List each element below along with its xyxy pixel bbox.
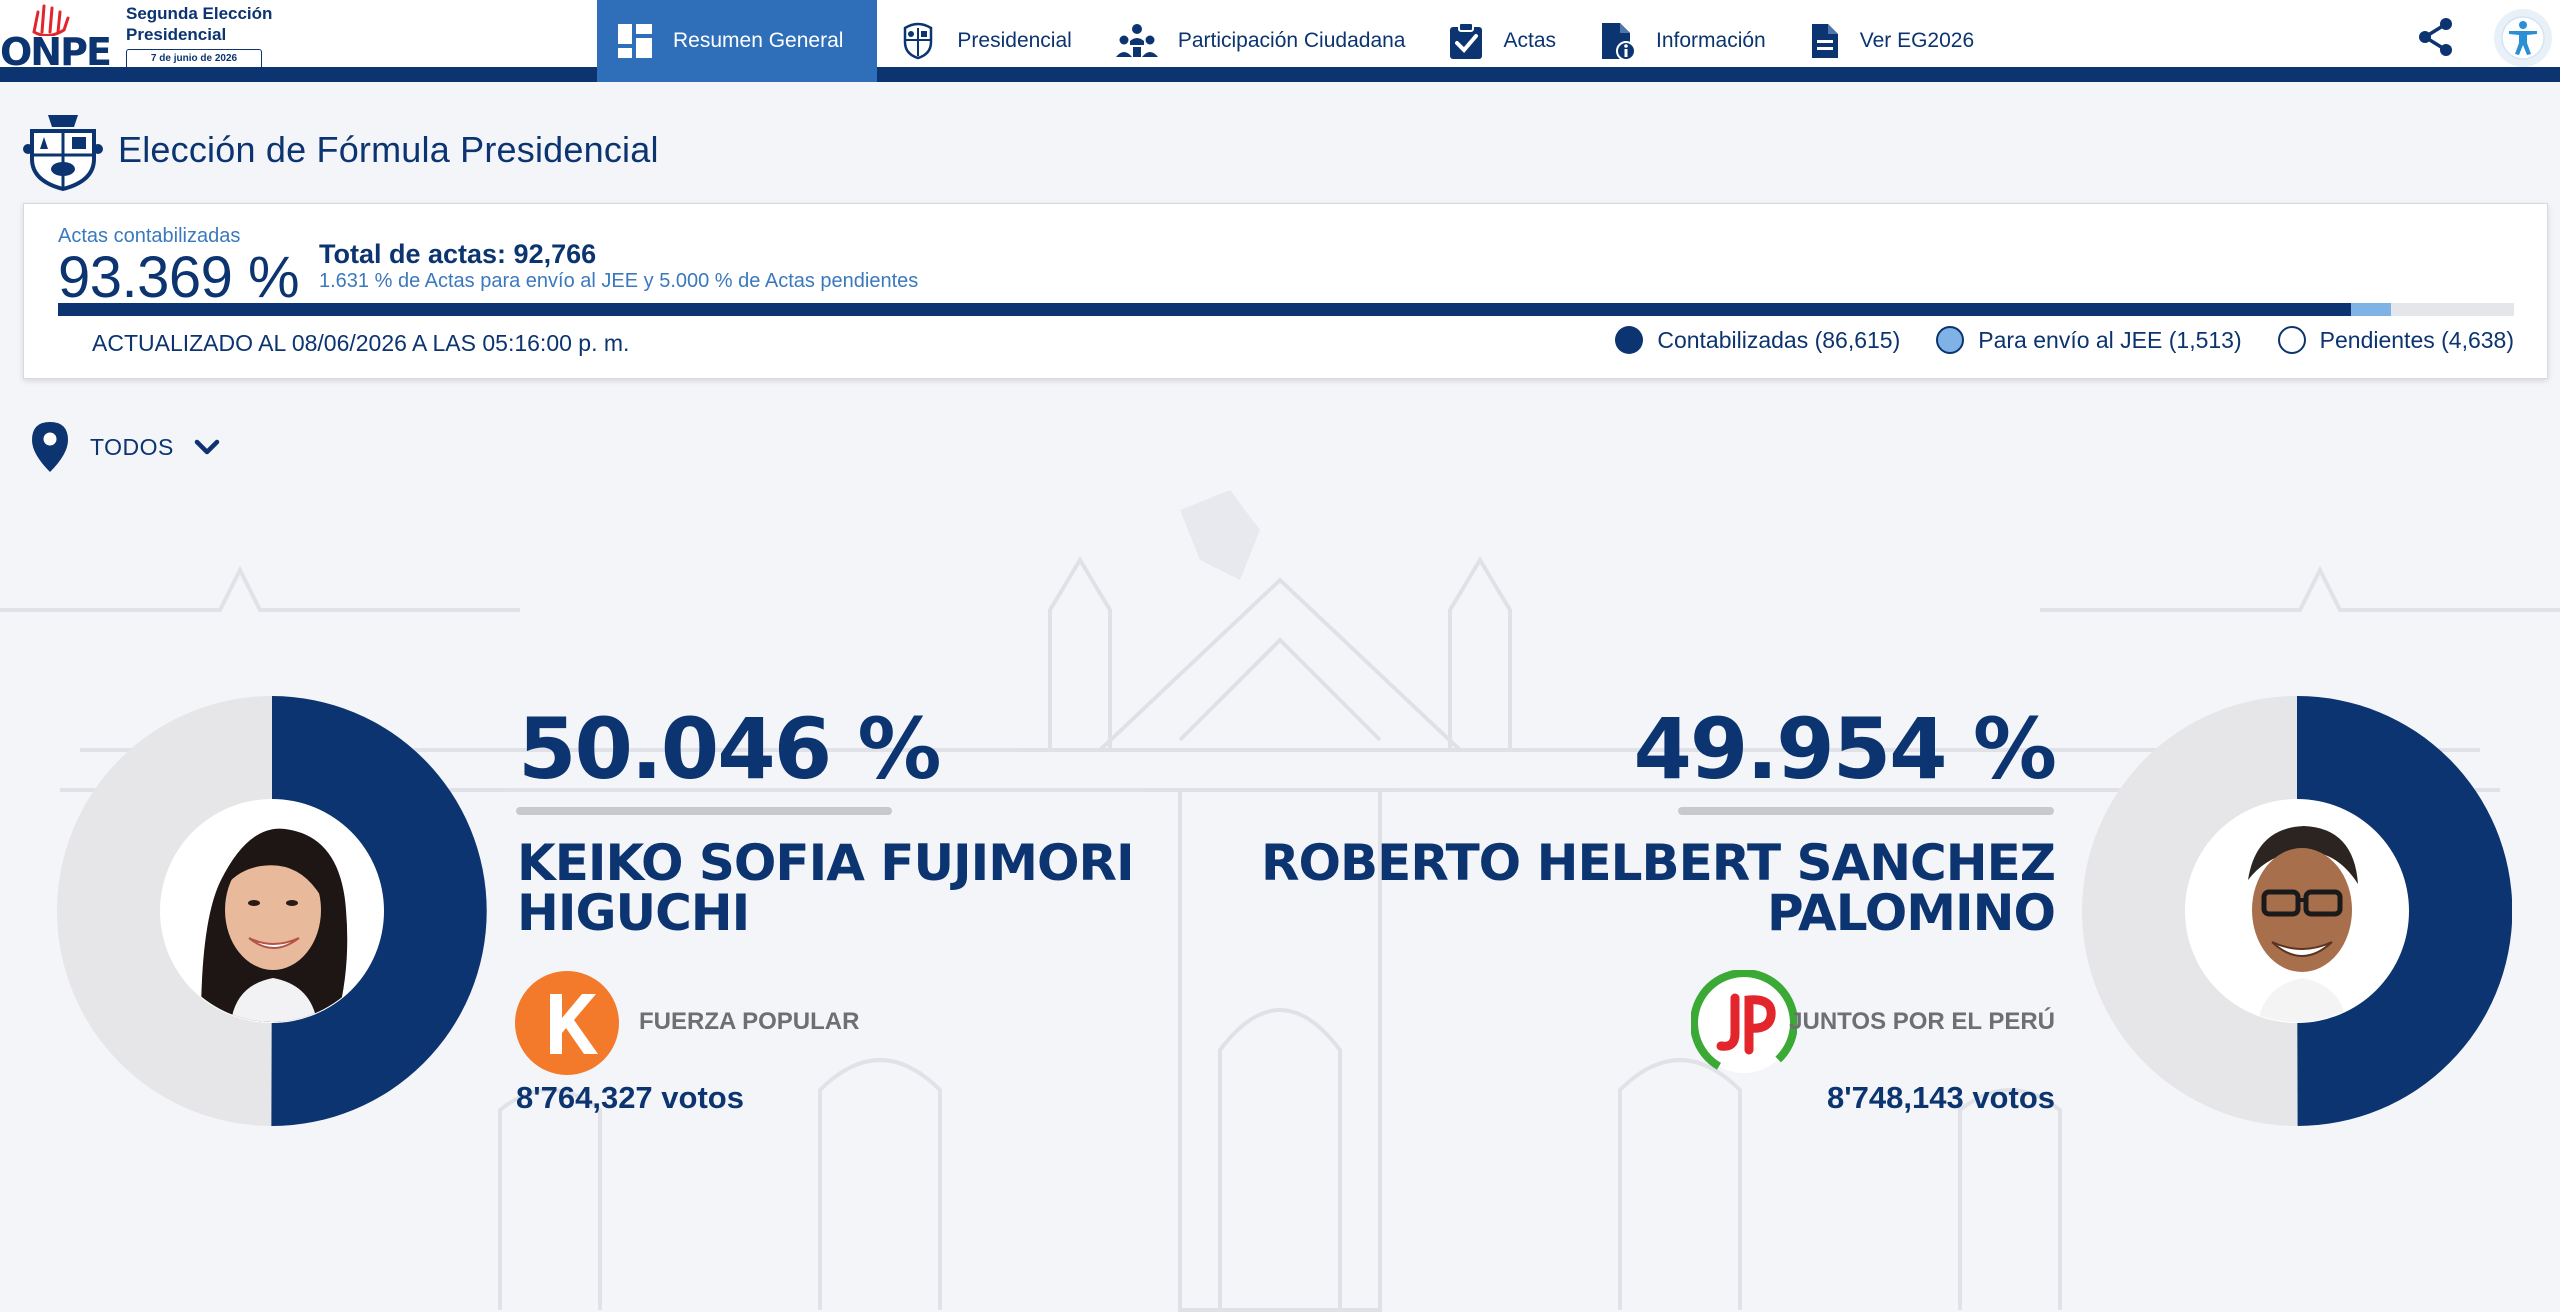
top-header: ONPE Segunda Elección Presidencial 7 de …: [0, 0, 2560, 82]
coat-of-arms-icon: [904, 22, 933, 60]
nav-label: Información: [1656, 29, 1766, 52]
onpe-logo: ONPE: [0, 30, 112, 74]
candidate-name-line: ROBERTO HELBERT SANCHEZ: [1261, 834, 2056, 892]
accessibility-icon: [2501, 16, 2545, 60]
legend-dot-pending: [2277, 326, 2306, 354]
candidate-name-line: PALOMINO: [1766, 884, 2056, 942]
nav-resumen-general[interactable]: Resumen General: [597, 0, 878, 82]
nav-ver-eg2026[interactable]: Ver EG2026: [1788, 0, 1996, 82]
juntos-por-el-peru-logo: [1691, 970, 1797, 1076]
progress-jee-segment: [2351, 303, 2392, 316]
location-pin-icon: [32, 422, 68, 472]
updated-timestamp: ACTUALIZADO AL 08/06/2026 A LAS 05:16:00…: [92, 330, 630, 356]
actas-progress-bar: [58, 303, 2514, 316]
candidate-1-votes: 8'764,327 votos: [516, 1080, 744, 1115]
chevron-down-icon: [194, 439, 220, 455]
progress-counted-segment: [58, 303, 2352, 316]
nav-label: Actas: [1503, 29, 1557, 52]
election-date: 7 de junio de 2026: [126, 49, 262, 70]
candidate-1-name: KEIKO SOFIA FUJIMORI HIGUCHI: [517, 834, 1135, 942]
candidate-2-votes: 8'748,143 votos: [1827, 1080, 2055, 1115]
candidate-portrait-female: [161, 800, 383, 1022]
progress-legend: Contabilizadas (86,615) Para envío al JE…: [1615, 326, 2514, 354]
clipboard-check-icon: [1450, 22, 1483, 59]
location-filter[interactable]: TODOS: [30, 420, 220, 474]
legend-dot-counted: [1615, 326, 1644, 354]
candidate-name-line: KEIKO SOFIA FUJIMORI: [517, 834, 1135, 892]
candidate-2-divider: [1678, 807, 2054, 815]
candidate-1-divider: [516, 807, 892, 815]
nav-presidencial[interactable]: Presidencial: [877, 0, 1093, 82]
candidate-name-line: HIGUCHI: [517, 884, 750, 942]
coat-of-arms-icon: [23, 115, 103, 191]
document-icon: [1811, 24, 1838, 58]
candidate-2-photo: [2186, 800, 2408, 1022]
legend-dot-jee: [1936, 326, 1965, 354]
page-title: Elección de Fórmula Presidencial: [118, 129, 659, 170]
main-nav: Resumen General Presidencial Participaci…: [597, 0, 1996, 82]
legend-jee: Para envío al JEE (1,513): [1936, 326, 2242, 354]
nav-participacion-ciudadana[interactable]: Participación Ciudadana: [1094, 0, 1428, 82]
actas-subtext: 1.631 % de Actas para envío al JEE y 5.0…: [319, 270, 919, 292]
filter-label: TODOS: [90, 433, 174, 460]
candidate-2-name: ROBERTO HELBERT SANCHEZ PALOMINO: [1261, 834, 2056, 942]
candidate-1-party: FUERZA POPULAR: [639, 1008, 860, 1035]
actas-progress-card: Actas contabilizadas 93.369 % Total de a…: [23, 203, 2548, 379]
actas-percent: 93.369 %: [58, 245, 300, 310]
page-title-row: Elección de Fórmula Presidencial: [22, 110, 659, 191]
people-icon: [1115, 24, 1158, 57]
nav-label: Presidencial: [957, 29, 1072, 52]
candidate-1-photo: [161, 800, 383, 1022]
nav-informacion[interactable]: Información: [1578, 0, 1788, 82]
candidate-2-party: JUNTOS POR EL PERÚ: [1789, 1008, 2055, 1035]
legend-label: Pendientes (4,638): [2319, 326, 2514, 353]
nav-actas[interactable]: Actas: [1427, 0, 1578, 82]
document-info-icon: [1602, 23, 1637, 61]
nav-label: Resumen General: [673, 29, 844, 52]
share-button[interactable]: [2416, 17, 2456, 57]
dashboard-icon: [618, 24, 652, 58]
legend-label: Contabilizadas (86,615): [1657, 326, 1901, 353]
accessibility-button[interactable]: [2494, 9, 2552, 67]
nav-label: Ver EG2026: [1859, 29, 1975, 52]
onpe-brand[interactable]: ONPE Segunda Elección Presidencial 7 de …: [0, 0, 300, 78]
candidate-1-percent: 50.046 %: [518, 700, 942, 798]
nav-label: Participación Ciudadana: [1177, 29, 1406, 52]
candidate-2-percent: 49.954 %: [1633, 700, 2057, 798]
election-title: Segunda Elección Presidencial: [126, 4, 273, 44]
legend-contabilizadas: Contabilizadas (86,615): [1615, 326, 1900, 354]
share-icon: [2419, 18, 2452, 56]
candidate-portrait-male: [2186, 800, 2408, 1022]
fuerza-popular-logo: [515, 971, 619, 1075]
legend-label: Para envío al JEE (1,513): [1978, 326, 2242, 353]
total-actas: Total de actas: 92,766: [319, 239, 597, 269]
legend-pendientes: Pendientes (4,638): [2277, 326, 2514, 354]
